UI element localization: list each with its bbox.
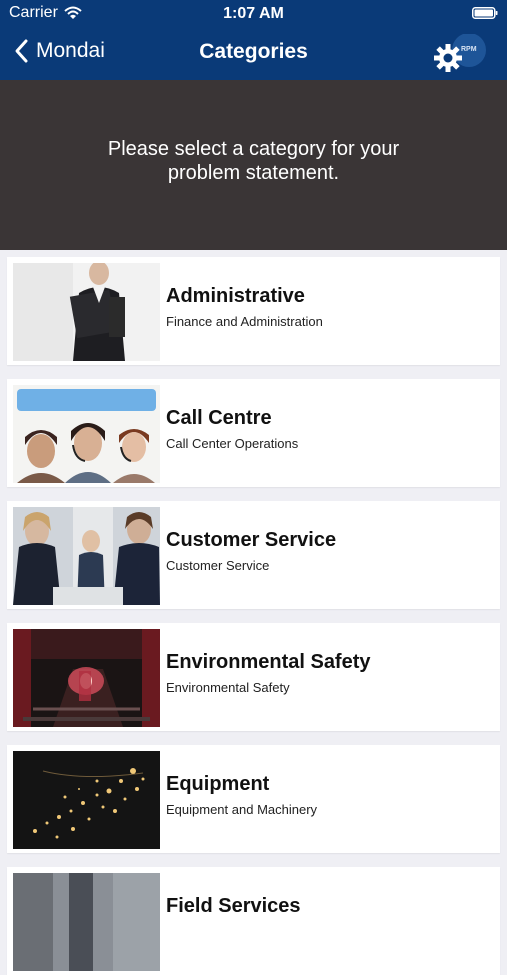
equipment-photo bbox=[13, 751, 160, 849]
administrative-photo bbox=[13, 263, 160, 361]
category-item-customer-service[interactable]: Customer Service Customer Service bbox=[7, 501, 500, 609]
instruction-text: Please select a category for your proble… bbox=[107, 138, 400, 184]
category-title: Field Services bbox=[166, 895, 301, 917]
category-image-call-centre bbox=[13, 385, 160, 483]
field-services-photo bbox=[13, 873, 160, 971]
environmental-safety-photo bbox=[13, 629, 160, 727]
category-item-field-services[interactable]: Field Services bbox=[7, 867, 500, 975]
gear-icon bbox=[434, 33, 486, 72]
category-title: Call Centre bbox=[166, 407, 272, 429]
category-image-environmental-safety bbox=[13, 629, 160, 727]
category-title: Customer Service bbox=[166, 529, 337, 551]
status-time: 1:07 AM bbox=[223, 5, 284, 22]
category-title: Administrative bbox=[166, 285, 305, 307]
category-title: Environmental Safety bbox=[166, 651, 371, 673]
customer-service-photo bbox=[13, 507, 160, 605]
category-list: Administrative Finance and Administratio… bbox=[0, 250, 507, 975]
category-subtitle: Finance and Administration bbox=[166, 314, 323, 329]
call-centre-photo bbox=[13, 385, 160, 483]
category-item-environmental-safety[interactable]: Environmental Safety Environmental Safet… bbox=[7, 623, 500, 731]
navigation-bar: Mondai Categories RPM bbox=[0, 28, 507, 80]
category-image-field-services bbox=[13, 873, 160, 971]
settings-button[interactable]: RPM bbox=[433, 33, 489, 78]
page-title: Categories bbox=[199, 40, 308, 63]
category-image-equipment bbox=[13, 751, 160, 849]
category-image-administrative bbox=[13, 263, 160, 361]
category-subtitle: Customer Service bbox=[166, 558, 270, 573]
top-bar: Carrier 1:07 AM Mondai Categories RPM bbox=[0, 0, 507, 80]
battery-icon bbox=[472, 7, 498, 19]
category-item-administrative[interactable]: Administrative Finance and Administratio… bbox=[7, 257, 500, 365]
status-bar: Carrier 1:07 AM bbox=[0, 0, 507, 28]
category-item-call-centre[interactable]: Call Centre Call Center Operations bbox=[7, 379, 500, 487]
category-subtitle: Equipment and Machinery bbox=[166, 802, 318, 817]
category-subtitle: Environmental Safety bbox=[166, 680, 290, 695]
settings-badge-label: RPM bbox=[461, 46, 477, 53]
category-item-equipment[interactable]: Equipment Equipment and Machinery bbox=[7, 745, 500, 853]
category-subtitle: Call Center Operations bbox=[166, 436, 299, 451]
category-image-customer-service bbox=[13, 507, 160, 605]
instruction-banner: Please select a category for your proble… bbox=[0, 80, 507, 250]
category-title: Equipment bbox=[166, 773, 270, 795]
